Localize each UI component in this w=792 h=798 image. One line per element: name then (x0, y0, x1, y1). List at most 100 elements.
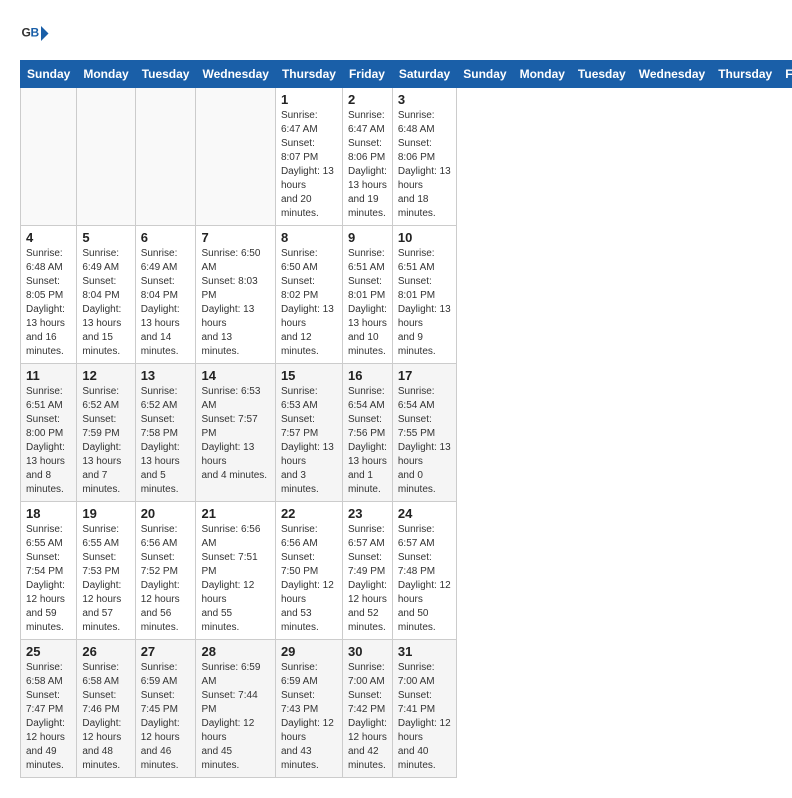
calendar-cell (21, 88, 77, 226)
day-info: Sunrise: 6:59 AMSunset: 7:43 PMDaylight:… (281, 661, 337, 773)
svg-text:B: B (31, 26, 40, 40)
day-number: 14 (201, 368, 269, 383)
calendar-cell: 26 Sunrise: 6:58 AMSunset: 7:46 PMDayligh… (77, 640, 135, 778)
day-info: Sunrise: 6:52 AMSunset: 7:59 PMDaylight:… (82, 385, 129, 497)
day-info: Sunrise: 6:56 AMSunset: 7:52 PMDaylight:… (141, 523, 191, 635)
calendar-cell: 7 Sunrise: 6:50 AMSunset: 8:03 PMDaylight… (196, 226, 275, 364)
day-number: 6 (141, 230, 191, 245)
calendar-cell: 2 Sunrise: 6:47 AMSunset: 8:06 PMDaylight… (342, 88, 392, 226)
weekday-header-tuesday: Tuesday (571, 61, 632, 88)
day-info: Sunrise: 6:50 AMSunset: 8:03 PMDaylight:… (201, 247, 269, 359)
calendar-cell: 23 Sunrise: 6:57 AMSunset: 7:49 PMDayligh… (342, 502, 392, 640)
day-number: 12 (82, 368, 129, 383)
weekday-header-wednesday: Wednesday (632, 61, 711, 88)
day-number: 2 (348, 92, 387, 107)
day-info: Sunrise: 6:51 AMSunset: 8:00 PMDaylight:… (26, 385, 71, 497)
weekday-header-sunday: Sunday (457, 61, 513, 88)
day-number: 24 (398, 506, 451, 521)
calendar-cell: 11Sunrise: 6:51 AMSunset: 8:00 PMDayligh… (21, 364, 77, 502)
weekday-header-saturday: Saturday (392, 61, 456, 88)
calendar-cell: 12 Sunrise: 6:52 AMSunset: 7:59 PMDayligh… (77, 364, 135, 502)
day-number: 20 (141, 506, 191, 521)
calendar-cell (135, 88, 196, 226)
day-number: 25 (26, 644, 71, 659)
day-info: Sunrise: 6:56 AMSunset: 7:51 PMDaylight:… (201, 523, 269, 635)
day-number: 16 (348, 368, 387, 383)
calendar-cell: 5 Sunrise: 6:49 AMSunset: 8:04 PMDaylight… (77, 226, 135, 364)
calendar-week-5: 25Sunrise: 6:58 AMSunset: 7:47 PMDayligh… (21, 640, 792, 778)
page-header: G B (20, 20, 772, 50)
day-number: 27 (141, 644, 191, 659)
calendar-cell: 8 Sunrise: 6:50 AMSunset: 8:02 PMDaylight… (275, 226, 342, 364)
calendar-cell: 13 Sunrise: 6:52 AMSunset: 7:58 PMDayligh… (135, 364, 196, 502)
day-info: Sunrise: 6:49 AMSunset: 8:04 PMDaylight:… (141, 247, 191, 359)
day-number: 1 (281, 92, 337, 107)
day-number: 13 (141, 368, 191, 383)
calendar-week-3: 11Sunrise: 6:51 AMSunset: 8:00 PMDayligh… (21, 364, 792, 502)
weekday-header-friday: Friday (342, 61, 392, 88)
calendar-cell: 29 Sunrise: 6:59 AMSunset: 7:43 PMDayligh… (275, 640, 342, 778)
svg-text:G: G (22, 26, 31, 40)
day-info: Sunrise: 6:59 AMSunset: 7:45 PMDaylight:… (141, 661, 191, 773)
day-info: Sunrise: 6:50 AMSunset: 8:02 PMDaylight:… (281, 247, 337, 359)
day-info: Sunrise: 6:51 AMSunset: 8:01 PMDaylight:… (348, 247, 387, 359)
day-info: Sunrise: 7:00 AMSunset: 7:41 PMDaylight:… (398, 661, 451, 773)
day-number: 26 (82, 644, 129, 659)
calendar-cell: 28 Sunrise: 6:59 AMSunset: 7:44 PMDayligh… (196, 640, 275, 778)
day-number: 28 (201, 644, 269, 659)
weekday-header-sunday: Sunday (21, 61, 77, 88)
logo: G B (20, 20, 54, 50)
calendar-cell: 6 Sunrise: 6:49 AMSunset: 8:04 PMDaylight… (135, 226, 196, 364)
calendar-cell: 27 Sunrise: 6:59 AMSunset: 7:45 PMDayligh… (135, 640, 196, 778)
calendar-cell: 18 Sunrise: 6:55 AMSunset: 7:54 PMDayligh… (21, 502, 77, 640)
calendar-cell: 22Sunrise: 6:56 AMSunset: 7:50 PMDayligh… (275, 502, 342, 640)
day-info: Sunrise: 7:00 AMSunset: 7:42 PMDaylight:… (348, 661, 387, 773)
day-info: Sunrise: 6:54 AMSunset: 7:56 PMDaylight:… (348, 385, 387, 497)
calendar-cell: 20 Sunrise: 6:56 AMSunset: 7:52 PMDayligh… (135, 502, 196, 640)
day-info: Sunrise: 6:55 AMSunset: 7:53 PMDaylight:… (82, 523, 129, 635)
day-number: 4 (26, 230, 71, 245)
day-number: 17 (398, 368, 451, 383)
day-number: 10 (398, 230, 451, 245)
day-info: Sunrise: 6:52 AMSunset: 7:58 PMDaylight:… (141, 385, 191, 497)
calendar-cell: 1 Sunrise: 6:47 AMSunset: 8:07 PMDaylight… (275, 88, 342, 226)
calendar-cell: 4Sunrise: 6:48 AMSunset: 8:05 PMDaylight… (21, 226, 77, 364)
day-number: 23 (348, 506, 387, 521)
day-number: 5 (82, 230, 129, 245)
day-number: 9 (348, 230, 387, 245)
calendar-cell: 9 Sunrise: 6:51 AMSunset: 8:01 PMDaylight… (342, 226, 392, 364)
day-number: 18 (26, 506, 71, 521)
day-number: 30 (348, 644, 387, 659)
day-info: Sunrise: 6:47 AMSunset: 8:06 PMDaylight:… (348, 109, 387, 221)
day-info: Sunrise: 6:58 AMSunset: 7:46 PMDaylight:… (82, 661, 129, 773)
calendar-cell: 3Sunrise: 6:48 AMSunset: 8:06 PMDaylight… (392, 88, 456, 226)
calendar-cell: 19 Sunrise: 6:55 AMSunset: 7:53 PMDayligh… (77, 502, 135, 640)
weekday-header-thursday: Thursday (712, 61, 779, 88)
day-info: Sunrise: 6:57 AMSunset: 7:48 PMDaylight:… (398, 523, 451, 635)
calendar-cell: 25Sunrise: 6:58 AMSunset: 7:47 PMDayligh… (21, 640, 77, 778)
day-number: 22 (281, 506, 337, 521)
day-info: Sunrise: 6:48 AMSunset: 8:06 PMDaylight:… (398, 109, 451, 221)
day-info: Sunrise: 6:54 AMSunset: 7:55 PMDaylight:… (398, 385, 451, 497)
calendar-week-4: 18 Sunrise: 6:55 AMSunset: 7:54 PMDayligh… (21, 502, 792, 640)
calendar-cell (196, 88, 275, 226)
day-info: Sunrise: 6:57 AMSunset: 7:49 PMDaylight:… (348, 523, 387, 635)
day-info: Sunrise: 6:59 AMSunset: 7:44 PMDaylight:… (201, 661, 269, 773)
day-info: Sunrise: 6:49 AMSunset: 8:04 PMDaylight:… (82, 247, 129, 359)
weekday-header-monday: Monday (513, 61, 571, 88)
weekday-header-tuesday: Tuesday (135, 61, 196, 88)
calendar-week-2: 4Sunrise: 6:48 AMSunset: 8:05 PMDaylight… (21, 226, 792, 364)
day-number: 29 (281, 644, 337, 659)
calendar-week-1: 1 Sunrise: 6:47 AMSunset: 8:07 PMDaylight… (21, 88, 792, 226)
day-info: Sunrise: 6:53 AMSunset: 7:57 PMDaylight:… (281, 385, 337, 497)
calendar-cell: 10Sunrise: 6:51 AMSunset: 8:01 PMDayligh… (392, 226, 456, 364)
day-number: 7 (201, 230, 269, 245)
logo-icon: G B (20, 20, 50, 50)
calendar-cell: 15Sunrise: 6:53 AMSunset: 7:57 PMDayligh… (275, 364, 342, 502)
day-number: 21 (201, 506, 269, 521)
day-number: 8 (281, 230, 337, 245)
day-number: 19 (82, 506, 129, 521)
day-info: Sunrise: 6:55 AMSunset: 7:54 PMDaylight:… (26, 523, 71, 635)
calendar-cell: 17 Sunrise: 6:54 AMSunset: 7:55 PMDayligh… (392, 364, 456, 502)
day-info: Sunrise: 6:47 AMSunset: 8:07 PMDaylight:… (281, 109, 337, 221)
